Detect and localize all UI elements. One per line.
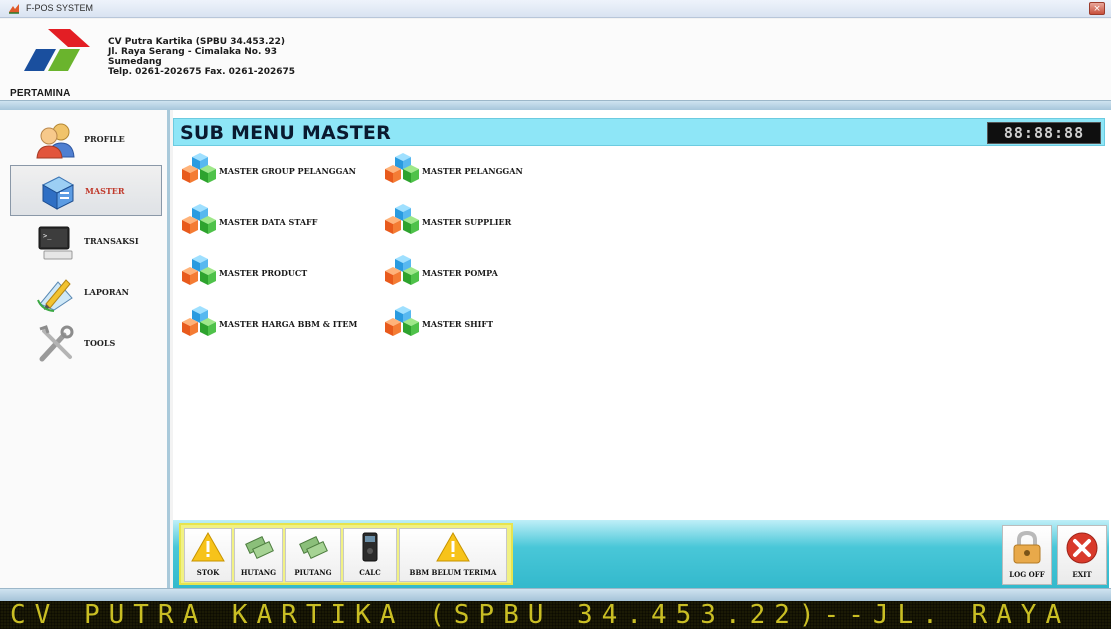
tool-label: BBM BELUM TERIMA <box>409 568 497 577</box>
exit-label: EXIT <box>1072 570 1092 579</box>
company-name: CV Putra Kartika (SPBU 34.453.22) <box>108 37 285 47</box>
cubes-icon <box>385 306 419 336</box>
page-title: SUB MENU MASTER <box>180 122 391 144</box>
company-city: Sumedang <box>108 57 162 67</box>
window-close-button[interactable]: × <box>1089 2 1105 15</box>
tool-calc-button[interactable]: CALC <box>343 528 397 582</box>
app-icon <box>9 4 19 14</box>
calculator-icon <box>362 532 378 562</box>
menu-item-label: MASTER PELANGGAN <box>422 166 523 176</box>
logo-text: PERTAMINA <box>10 88 71 99</box>
cubes-icon <box>385 204 419 234</box>
quick-tools-group: STOK HUTANG PIUTANG CALC BBM BELUM TERIM… <box>179 523 513 585</box>
database-icon <box>41 176 75 210</box>
users-icon <box>36 123 75 159</box>
report-pencil-icon <box>37 279 73 312</box>
sidebar-item-label: TRANSAKSI <box>84 236 139 246</box>
sidebar-item-transaksi[interactable]: >_ TRANSAKSI <box>10 216 162 267</box>
menu-item-master-product[interactable]: MASTER PRODUCT <box>180 255 370 291</box>
menu-item-label: MASTER SHIFT <box>422 319 494 329</box>
menu-item-master-group-pelanggan[interactable]: MASTER GROUP PELANGGAN <box>180 153 370 189</box>
tool-label: STOK <box>196 568 220 577</box>
tool-label: CALC <box>359 568 381 577</box>
title-bar: F-POS SYSTEM × <box>0 0 1111 18</box>
padlock-icon <box>1013 531 1041 564</box>
menu-item-master-pelanggan[interactable]: MASTER PELANGGAN <box>383 153 543 189</box>
company-phone: Telp. 0261-202675 Fax. 0261-202675 <box>108 67 296 77</box>
log-off-label: LOG OFF <box>1009 570 1045 579</box>
tool-hutang-button[interactable]: HUTANG <box>234 528 283 582</box>
led-ticker: CV PUTRA KARTIKA (SPBU 34.453.22)--JL. R… <box>0 601 1111 629</box>
cubes-icon <box>385 255 419 285</box>
tool-piutang-button[interactable]: PIUTANG <box>285 528 341 582</box>
cubes-icon <box>182 306 216 336</box>
tool-label: PIUTANG <box>294 568 332 577</box>
sidebar-item-label: PROFILE <box>84 134 125 144</box>
menu-item-master-shift[interactable]: MASTER SHIFT <box>383 306 543 342</box>
menu-item-master-pompa[interactable]: MASTER POMPA <box>383 255 543 291</box>
pertamina-logo: PERTAMINA <box>10 27 98 99</box>
svg-text:>_: >_ <box>43 232 52 240</box>
sidebar: PROFILE MASTER >_ TRANSAKSI LAPORAN TOOL… <box>0 110 170 588</box>
main-panel: SUB MENU MASTER 88:88:88 MASTER GROUP PE… <box>173 110 1111 588</box>
ticker-text: CV PUTRA KARTIKA (SPBU 34.453.22)--JL. R… <box>10 601 1071 629</box>
bottom-toolbar: STOK HUTANG PIUTANG CALC BBM BELUM TERIM… <box>173 518 1111 588</box>
sidebar-item-label: LAPORAN <box>84 287 129 297</box>
tool-bbm-belum-terima-button[interactable]: BBM BELUM TERIMA <box>399 528 507 582</box>
sidebar-item-profile[interactable]: PROFILE <box>10 114 162 165</box>
menu-item-label: MASTER PRODUCT <box>219 268 308 278</box>
sidebar-item-laporan[interactable]: LAPORAN <box>10 267 162 318</box>
digital-clock: 88:88:88 <box>987 122 1101 144</box>
header-divider <box>0 100 1111 110</box>
tool-label: HUTANG <box>240 568 277 577</box>
app-header: PERTAMINA CV Putra Kartika (SPBU 34.453.… <box>0 19 1111 101</box>
tools-icon <box>39 325 74 362</box>
warning-icon <box>436 532 470 562</box>
sidebar-item-label: TOOLS <box>84 338 116 348</box>
company-info: CV Putra Kartika (SPBU 34.453.22) Jl. Ra… <box>108 37 295 77</box>
submenu-header: SUB MENU MASTER 88:88:88 <box>173 118 1105 146</box>
sidebar-item-tools[interactable]: TOOLS <box>10 318 162 369</box>
menu-item-label: MASTER HARGA BBM & ITEM <box>219 319 358 329</box>
menu-item-label: MASTER DATA STAFF <box>219 217 318 227</box>
app-window: F-POS SYSTEM × PERTAMINA CV Putra Kartik… <box>0 0 1111 629</box>
tool-stok-button[interactable]: STOK <box>184 528 232 582</box>
menu-item-master-supplier[interactable]: MASTER SUPPLIER <box>383 204 543 240</box>
cubes-icon <box>385 153 419 183</box>
cubes-icon <box>182 153 216 183</box>
terminal-icon: >_ <box>38 226 73 260</box>
money-icon <box>244 536 274 559</box>
sidebar-item-label: MASTER <box>85 186 125 196</box>
sidebar-item-master[interactable]: MASTER <box>10 165 162 216</box>
window-title: F-POS SYSTEM <box>26 3 94 13</box>
menu-item-master-data-staff[interactable]: MASTER DATA STAFF <box>180 204 370 240</box>
menu-item-label: MASTER SUPPLIER <box>422 217 512 227</box>
warning-icon <box>191 532 225 562</box>
menu-item-label: MASTER POMPA <box>422 268 498 278</box>
exit-close-icon <box>1066 532 1098 564</box>
cubes-icon <box>182 204 216 234</box>
menu-item-label: MASTER GROUP PELANGGAN <box>219 166 356 176</box>
pertamina-logo-icon <box>24 29 90 71</box>
money-icon <box>299 536 328 559</box>
log-off-button[interactable]: LOG OFF <box>1002 525 1052 585</box>
menu-item-master-harga-bbm-item[interactable]: MASTER HARGA BBM & ITEM <box>180 306 370 342</box>
status-divider <box>0 588 1111 601</box>
cubes-icon <box>182 255 216 285</box>
exit-button[interactable]: EXIT <box>1057 525 1107 585</box>
company-address: Jl. Raya Serang - Cimalaka No. 93 <box>108 47 278 57</box>
